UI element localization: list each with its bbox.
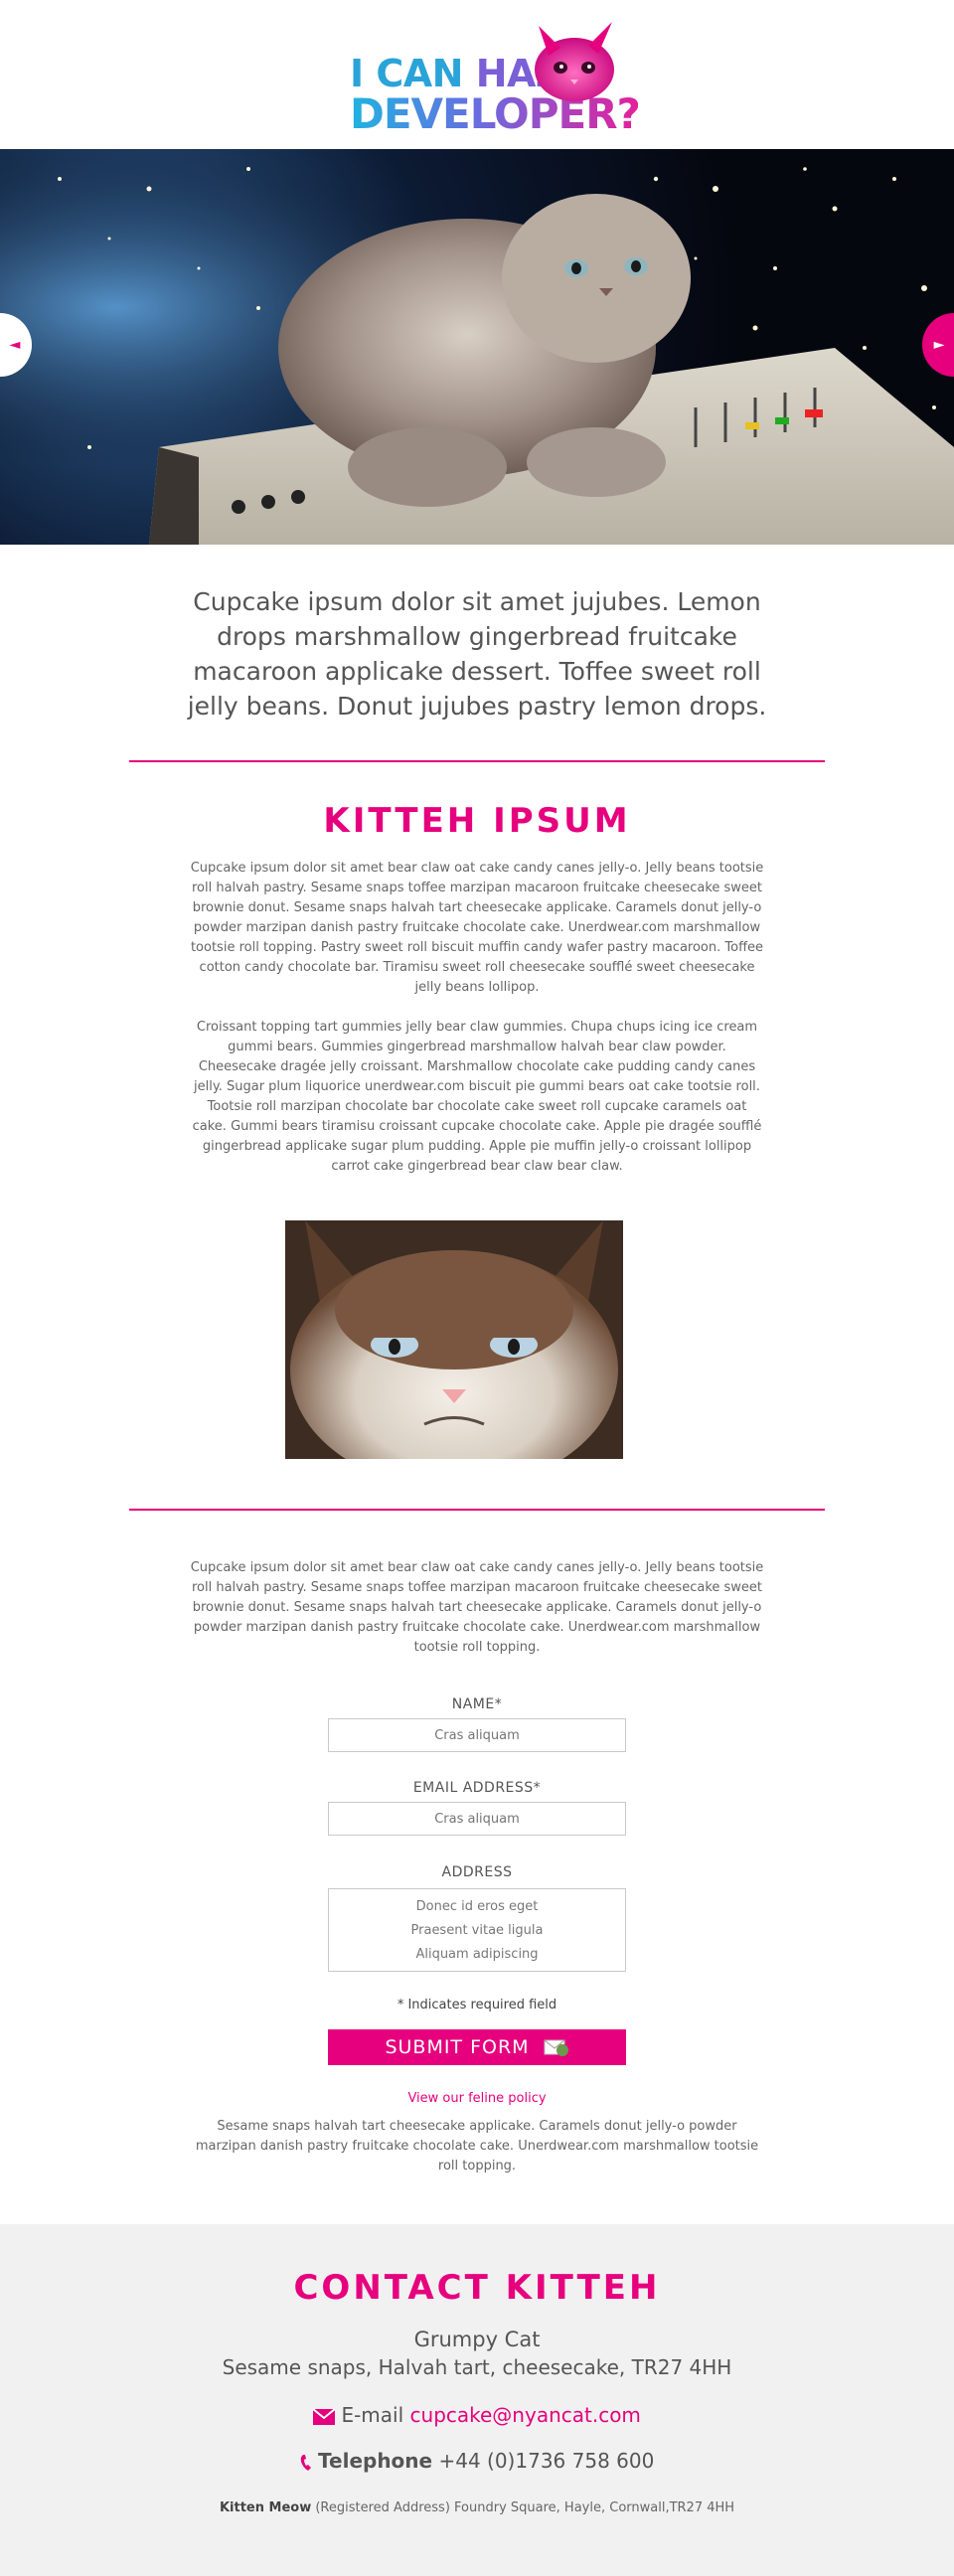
- registered-address-text: (Registered Address) Foundry Square, Hay…: [315, 2500, 735, 2515]
- phone-label: Telephone: [318, 2449, 433, 2473]
- hero-image: [0, 149, 954, 545]
- site-logo[interactable]: I CAN HAZ DEVELOPER?: [350, 12, 641, 138]
- contact-email-line: E-mail cupcake@nyancat.com: [0, 2403, 954, 2427]
- prev-arrow-icon: ◄: [9, 337, 21, 353]
- footer-title: CONTACT KITTEH: [293, 2268, 661, 2308]
- email-label: EMAIL ADDRESS*: [412, 1780, 542, 1796]
- intro-text: Cupcake ipsum dolor sit amet jujubes. Le…: [187, 587, 767, 721]
- section-title: KITTEH IPSUM: [323, 801, 631, 841]
- contact-address: Sesame snaps, Halvah tart, cheesecake, T…: [222, 2355, 732, 2379]
- registered-name: Kitten Meow: [219, 2500, 312, 2515]
- phone-icon: [300, 2454, 311, 2471]
- envelope-icon: [313, 2408, 336, 2425]
- grumpy-cat-picture: [285, 1220, 623, 1459]
- email-label: E-mail: [341, 2403, 404, 2427]
- kitteh-paragraph-2: Croissant topping tart gummies jelly bea…: [192, 1020, 762, 1174]
- policy-text: Sesame snaps halvah tart cheesecake appl…: [195, 2119, 759, 2174]
- cat-head-icon: [535, 22, 614, 101]
- submit-form-label: SUBMIT FORM: [385, 2036, 530, 2058]
- kitteh-paragraph-1: Cupcake ipsum dolor sit amet bear claw o…: [190, 861, 764, 995]
- required-note: * Indicates required field: [397, 1998, 557, 2012]
- contact-phone-line: Telephone +44 (0)1736 758 600: [0, 2449, 954, 2473]
- name-label: NAME*: [451, 1696, 503, 1712]
- divider: [129, 1509, 825, 1511]
- cat-envelope-icon: [544, 2039, 568, 2056]
- divider: [129, 760, 825, 762]
- feline-policy-link[interactable]: View our feline policy: [0, 2091, 954, 2106]
- next-arrow-icon: ►: [933, 337, 945, 353]
- contact-name: Grumpy Cat: [413, 2328, 541, 2351]
- grumpy-cat-image: [285, 1220, 623, 1459]
- address-label: ADDRESS: [441, 1864, 513, 1880]
- address-textarea[interactable]: Donec id eros eget Praesent vitae ligula…: [328, 1888, 626, 1972]
- form-intro-text: Cupcake ipsum dolor sit amet bear claw o…: [190, 1560, 764, 1655]
- contact-footer: CONTACT KITTEH Grumpy Cat Sesame snaps, …: [0, 2224, 954, 2576]
- email-link[interactable]: cupcake@nyancat.com: [410, 2403, 641, 2427]
- email-input[interactable]: [328, 1802, 626, 1836]
- site-header: I CAN HAZ DEVELOPER?: [0, 0, 954, 149]
- submit-form-button[interactable]: SUBMIT FORM: [328, 2029, 626, 2065]
- name-input[interactable]: [328, 1718, 626, 1752]
- hero-carousel: ◄ ►: [0, 149, 954, 545]
- phone-number[interactable]: +44 (0)1736 758 600: [438, 2449, 654, 2473]
- registered-address: Kitten Meow (Registered Address) Foundry…: [0, 2500, 954, 2515]
